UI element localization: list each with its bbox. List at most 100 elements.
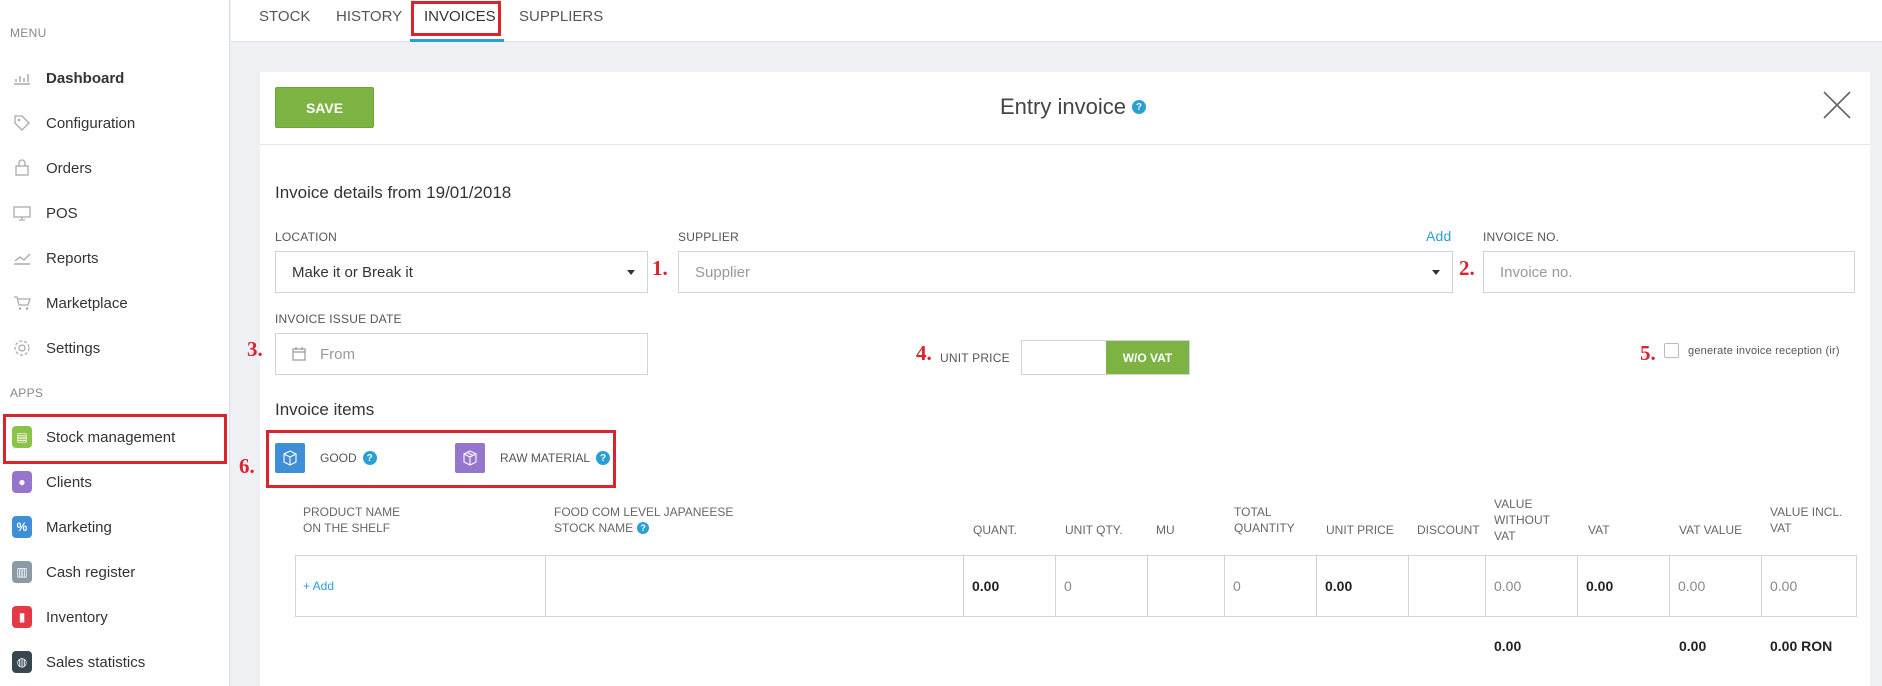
page-title: Entry invoice ? xyxy=(1000,94,1146,120)
th-vi-line2: VAT xyxy=(1770,521,1792,535)
th-product-name: PRODUCT NAME ON THE SHELF xyxy=(303,504,400,536)
invoice-no-field[interactable]: Invoice no. xyxy=(1483,251,1855,293)
sidebar-item-label: Marketplace xyxy=(46,294,128,312)
row-discount[interactable] xyxy=(1409,555,1486,617)
sidebar-item-label: Marketing xyxy=(46,518,112,536)
th-vwv-line2: WITHOUT xyxy=(1494,513,1550,527)
invoice-card: SAVE Entry invoice ? Invoice details fro… xyxy=(260,72,1870,686)
total-value-without-vat: 0.00 xyxy=(1494,638,1522,654)
row-unit-price[interactable]: 0.00 xyxy=(1317,555,1409,617)
row-unit-qty[interactable]: 0 xyxy=(1056,555,1148,617)
sidebar-item-label: Configuration xyxy=(46,114,136,132)
row-add-cell: + Add xyxy=(295,555,546,617)
th-unit-price: UNIT PRICE xyxy=(1326,523,1394,537)
th-food-line2-wrap: STOCK NAME ? xyxy=(554,520,733,536)
add-supplier-link[interactable]: Add xyxy=(1426,228,1452,244)
supplier-label: SUPPLIER xyxy=(678,230,739,244)
sidebar-item-marketing[interactable]: % Marketing xyxy=(0,505,229,549)
row-stock-name-cell[interactable] xyxy=(546,555,964,617)
invoice-details-title: Invoice details from 19/01/2018 xyxy=(275,183,512,202)
page-title-text: Entry invoice xyxy=(1000,94,1126,119)
tab-stock[interactable]: STOCK xyxy=(259,0,310,42)
tab-suppliers[interactable]: SUPPLIERS xyxy=(519,0,603,42)
annotation-box-item-types xyxy=(266,430,616,488)
supplier-placeholder: Supplier xyxy=(695,263,751,281)
annotation-box-stock xyxy=(3,414,227,464)
monitor-icon xyxy=(12,203,32,223)
annotation-number-2: 2. xyxy=(1459,256,1475,280)
supplier-select[interactable]: Supplier xyxy=(678,251,1453,293)
th-mu: MU xyxy=(1156,523,1175,537)
cash-register-icon: ▥ xyxy=(12,561,32,583)
sidebar-item-pos[interactable]: POS xyxy=(0,191,229,235)
th-discount: DISCOUNT xyxy=(1417,523,1480,537)
chevron-down-icon xyxy=(627,270,635,275)
marketing-icon: % xyxy=(12,516,32,538)
sales-icon: ◍ xyxy=(12,651,32,673)
row-vat-value: 0.00 xyxy=(1670,555,1762,617)
cart-icon xyxy=(12,293,32,313)
row-mu[interactable] xyxy=(1148,555,1225,617)
vat-toggle-on[interactable]: W/O VAT xyxy=(1106,341,1189,374)
row-vat[interactable]: 0.00 xyxy=(1578,555,1670,617)
th-food-line2: STOCK NAME xyxy=(554,521,634,535)
sidebar-item-sales-statistics[interactable]: ◍ Sales statistics xyxy=(0,640,229,684)
apps-heading: APPS xyxy=(10,386,44,400)
close-icon[interactable] xyxy=(1822,90,1852,120)
th-vwv-line1: VALUE xyxy=(1494,497,1533,511)
annotation-box-invoices xyxy=(411,1,501,36)
th-vat: VAT xyxy=(1588,523,1610,537)
vat-toggle-off[interactable] xyxy=(1022,341,1106,374)
chart-icon xyxy=(12,68,32,88)
th-quant: QUANT. xyxy=(973,523,1018,537)
annotation-number-5: 5. xyxy=(1640,341,1656,365)
annotation-number-1: 1. xyxy=(652,256,668,280)
th-vwv-line3: VAT xyxy=(1494,529,1516,543)
clients-icon: ● xyxy=(12,471,32,493)
sidebar-item-dashboard[interactable]: Dashboard xyxy=(0,56,229,100)
row-value-incl-vat: 0.00 xyxy=(1770,578,1798,594)
th-total-quantity: TOTAL QUANTITY xyxy=(1234,504,1295,536)
save-button[interactable]: SAVE xyxy=(275,87,374,128)
row-total-qty: 0 xyxy=(1225,555,1317,617)
vat-toggle[interactable]: W/O VAT xyxy=(1021,340,1190,375)
sidebar-item-settings[interactable]: Settings xyxy=(0,326,229,370)
calendar-icon xyxy=(292,347,306,361)
add-row-link[interactable]: + Add xyxy=(303,579,334,593)
sidebar-item-label: Settings xyxy=(46,339,101,357)
th-value-incl-vat: VALUE INCL. VAT xyxy=(1770,504,1842,536)
chevron-down-icon xyxy=(1432,270,1440,275)
issue-date-field[interactable]: From xyxy=(275,333,648,375)
invoice-no-label: INVOICE NO. xyxy=(1483,230,1560,244)
sidebar-item-clients[interactable]: ● Clients xyxy=(0,460,229,504)
sidebar-item-label: Dashboard xyxy=(46,69,125,87)
th-product-name-line2: ON THE SHELF xyxy=(303,521,391,535)
th-food-line1: FOOD COM LEVEL JAPANEESE xyxy=(554,505,734,519)
row-quant[interactable]: 0.00 xyxy=(964,555,1056,617)
unit-price-label: UNIT PRICE xyxy=(940,351,1010,365)
invoice-items-title: Invoice items xyxy=(275,400,375,419)
total-value-incl-vat: 0.00 RON xyxy=(1770,638,1833,654)
sidebar-item-reports[interactable]: Reports xyxy=(0,236,229,280)
sidebar-item-configuration[interactable]: Configuration xyxy=(0,101,229,145)
tab-history[interactable]: HISTORY xyxy=(336,0,402,42)
help-icon[interactable]: ? xyxy=(637,522,650,534)
menu-heading: MENU xyxy=(10,26,47,40)
th-vi-line1: VALUE INCL. xyxy=(1770,505,1843,519)
sidebar-item-orders[interactable]: Orders xyxy=(0,146,229,190)
location-select[interactable]: Make it or Break it xyxy=(275,251,648,293)
generate-reception-checkbox[interactable] xyxy=(1664,343,1679,358)
card-header: SAVE Entry invoice ? xyxy=(260,72,1870,145)
help-icon[interactable]: ? xyxy=(1131,100,1146,114)
th-total-line1: TOTAL xyxy=(1234,505,1272,519)
sidebar-item-label: Cash register xyxy=(46,563,136,581)
sidebar-item-marketplace[interactable]: Marketplace xyxy=(0,281,229,325)
sidebar: MENU Dashboard Configuration Orders POS … xyxy=(0,0,230,686)
annotation-number-4: 4. xyxy=(916,341,932,365)
invoice-no-placeholder: Invoice no. xyxy=(1500,263,1573,281)
sidebar-item-label: Sales statistics xyxy=(46,653,146,671)
sidebar-item-cash-register[interactable]: ▥ Cash register xyxy=(0,550,229,594)
generate-reception-label: generate invoice reception (ir) xyxy=(1688,345,1840,357)
sidebar-item-label: Clients xyxy=(46,473,92,491)
sidebar-item-inventory[interactable]: ▮ Inventory xyxy=(0,595,229,639)
